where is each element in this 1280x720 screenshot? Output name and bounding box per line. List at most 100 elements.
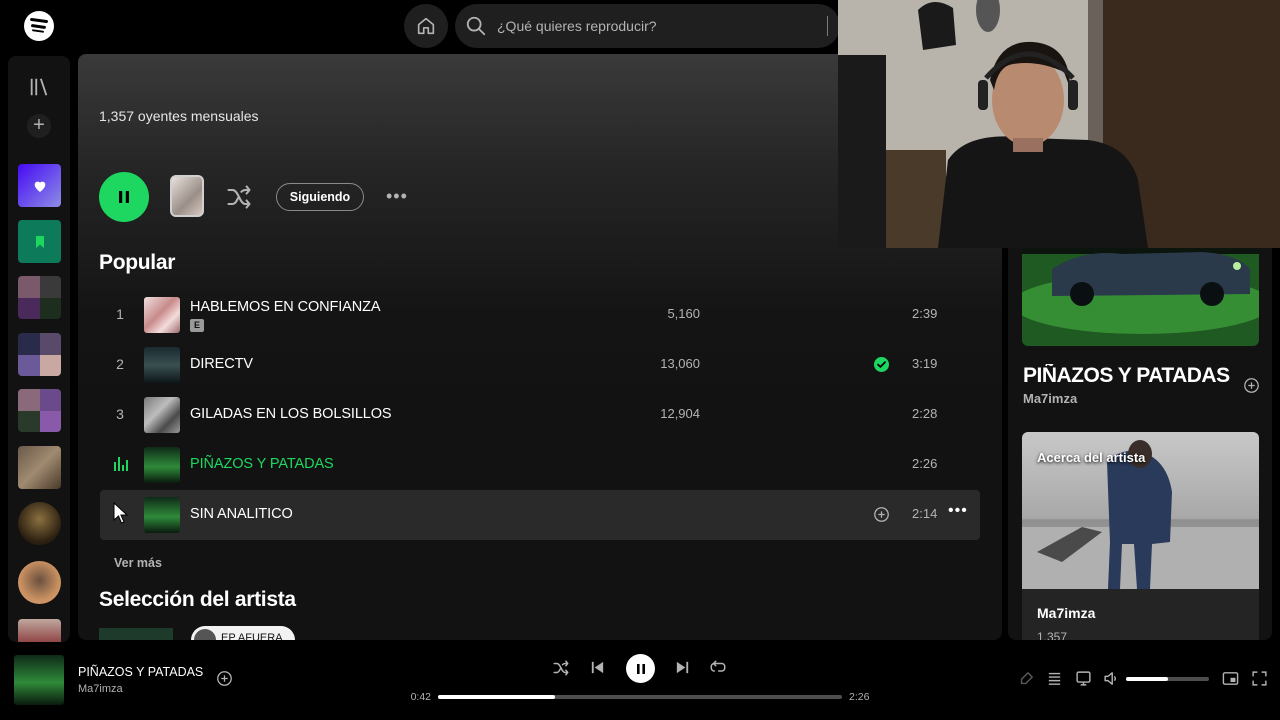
player-pause-button[interactable] xyxy=(626,654,655,683)
track-more-button[interactable]: ••• xyxy=(948,502,968,520)
artist-pick-chip[interactable]: EP AFUERA xyxy=(191,626,295,640)
mosaic-cell xyxy=(18,276,40,298)
track-row-hovered[interactable]: SIN ANALITICO 2:14 ••• xyxy=(100,490,980,540)
repeat-icon[interactable] xyxy=(709,659,727,677)
check-icon[interactable] xyxy=(874,357,889,372)
previous-icon[interactable] xyxy=(589,659,606,676)
sidebar-item-liked-songs[interactable] xyxy=(18,164,61,207)
lyrics-icon[interactable] xyxy=(1018,670,1035,687)
library-sidebar: + xyxy=(8,56,70,642)
now-playing-artist[interactable]: Ma7imza xyxy=(1023,391,1077,406)
track-duration: 3:19 xyxy=(912,356,938,371)
logo-wave-2 xyxy=(30,23,47,29)
eq-bar xyxy=(122,465,124,471)
track-cover xyxy=(144,347,180,383)
sidebar-item-artist-2[interactable] xyxy=(18,561,61,604)
player-track-title[interactable]: PIÑAZOS Y PATADAS xyxy=(78,665,203,679)
track-plays: 12,904 xyxy=(660,406,700,421)
pause-icon xyxy=(119,191,129,203)
home-button[interactable] xyxy=(404,4,448,48)
mosaic-cell xyxy=(18,297,40,319)
mosaic-cell xyxy=(18,389,40,411)
see-more-link[interactable]: Ver más xyxy=(114,556,162,570)
eq-bar xyxy=(126,460,128,471)
shuffle-icon[interactable] xyxy=(225,183,253,211)
track-row-playing[interactable]: PIÑAZOS Y PATADAS 2:26 xyxy=(100,440,980,490)
sidebar-item-artist-1[interactable] xyxy=(18,502,61,545)
avatar xyxy=(194,629,216,640)
track-number: 1 xyxy=(116,306,124,322)
artist-preview-thumbnail[interactable] xyxy=(170,175,204,217)
search-input[interactable] xyxy=(497,15,817,37)
search-divider xyxy=(827,16,828,36)
total-time: 2:26 xyxy=(849,691,870,703)
about-artist-card[interactable]: Acerca del artista Ma7imza 1,357 xyxy=(1022,432,1259,640)
sidebar-item-playlist-5[interactable] xyxy=(18,619,61,642)
artist-pick-heading: Selección del artista xyxy=(99,588,296,611)
heart-icon xyxy=(34,181,45,192)
webcam-overlay xyxy=(838,0,1280,248)
more-icon: ••• xyxy=(948,502,968,519)
add-circle-icon[interactable] xyxy=(216,670,233,687)
add-circle-icon[interactable] xyxy=(1243,377,1260,394)
sidebar-item-playlist-4[interactable] xyxy=(18,446,61,489)
track-title[interactable]: DIRECTV xyxy=(190,356,253,372)
about-artist-name: Ma7imza xyxy=(1037,605,1096,621)
device-icon[interactable] xyxy=(1075,670,1092,687)
track-title[interactable]: HABLEMOS EN CONFIANZA xyxy=(190,299,381,315)
logo-wave-3 xyxy=(31,29,45,33)
eq-bar xyxy=(114,462,116,471)
track-duration: 2:14 xyxy=(912,506,938,521)
create-playlist-button[interactable]: + xyxy=(27,114,51,138)
pause-button[interactable] xyxy=(99,172,149,222)
track-title[interactable]: SIN ANALITICO xyxy=(190,506,293,522)
track-number: 3 xyxy=(116,406,124,422)
about-artist-listeners: 1,357 xyxy=(1037,630,1068,640)
mosaic-cell xyxy=(18,410,40,432)
track-row[interactable]: 1 HABLEMOS EN CONFIANZA E 5,160 2:39 xyxy=(100,290,980,340)
miniplayer-icon[interactable] xyxy=(1222,670,1239,687)
eq-bar xyxy=(118,457,120,471)
artist-pick-chip-label: EP AFUERA xyxy=(221,632,283,640)
track-plays: 13,060 xyxy=(660,356,700,371)
track-duration: 2:26 xyxy=(912,456,938,471)
explicit-badge: E xyxy=(190,319,204,332)
next-icon[interactable] xyxy=(674,659,691,676)
sidebar-item-playlist-3[interactable] xyxy=(18,389,61,432)
track-cover xyxy=(144,397,180,433)
mosaic-cell xyxy=(39,333,61,355)
track-row[interactable]: 2 DIRECTV 13,060 3:19 xyxy=(100,340,980,390)
player-track-artist[interactable]: Ma7imza xyxy=(78,683,123,695)
queue-icon[interactable] xyxy=(1046,670,1063,687)
artist-pick-cover[interactable] xyxy=(99,628,173,640)
track-title[interactable]: PIÑAZOS Y PATADAS xyxy=(190,456,334,472)
track-row[interactable]: 3 GILADAS EN LOS BOLSILLOS 12,904 2:28 xyxy=(100,390,980,440)
webcam-image xyxy=(838,0,1280,248)
progress-bar[interactable] xyxy=(438,695,842,699)
now-playing-title[interactable]: PIÑAZOS Y PATADAS xyxy=(1023,364,1235,388)
sidebar-item-playlist-2[interactable] xyxy=(18,333,61,376)
mosaic-cell xyxy=(18,354,40,376)
fullscreen-icon[interactable] xyxy=(1251,670,1268,687)
library-icon[interactable] xyxy=(28,76,50,98)
following-button[interactable]: Siguiendo xyxy=(276,183,364,211)
sidebar-item-saved-episodes[interactable] xyxy=(18,220,61,263)
mosaic-cell xyxy=(18,333,40,355)
more-options-button[interactable]: ••• xyxy=(386,186,408,207)
more-icon: ••• xyxy=(386,186,408,206)
equalizer-icon xyxy=(114,457,128,471)
track-number: 2 xyxy=(116,356,124,372)
search-icon xyxy=(466,16,486,36)
pause-icon xyxy=(636,663,645,674)
sidebar-item-playlist-1[interactable] xyxy=(18,276,61,319)
volume-slider[interactable] xyxy=(1126,677,1209,681)
player-cover[interactable] xyxy=(14,655,64,705)
mosaic-cell xyxy=(39,410,61,432)
volume-icon[interactable] xyxy=(1103,670,1120,687)
track-title[interactable]: GILADAS EN LOS BOLSILLOS xyxy=(190,406,392,422)
search-bar[interactable] xyxy=(455,4,840,48)
spotify-logo[interactable] xyxy=(24,11,54,41)
add-circle-icon[interactable] xyxy=(873,506,890,523)
shuffle-icon[interactable] xyxy=(552,659,570,677)
logo-wave-1 xyxy=(29,17,49,24)
